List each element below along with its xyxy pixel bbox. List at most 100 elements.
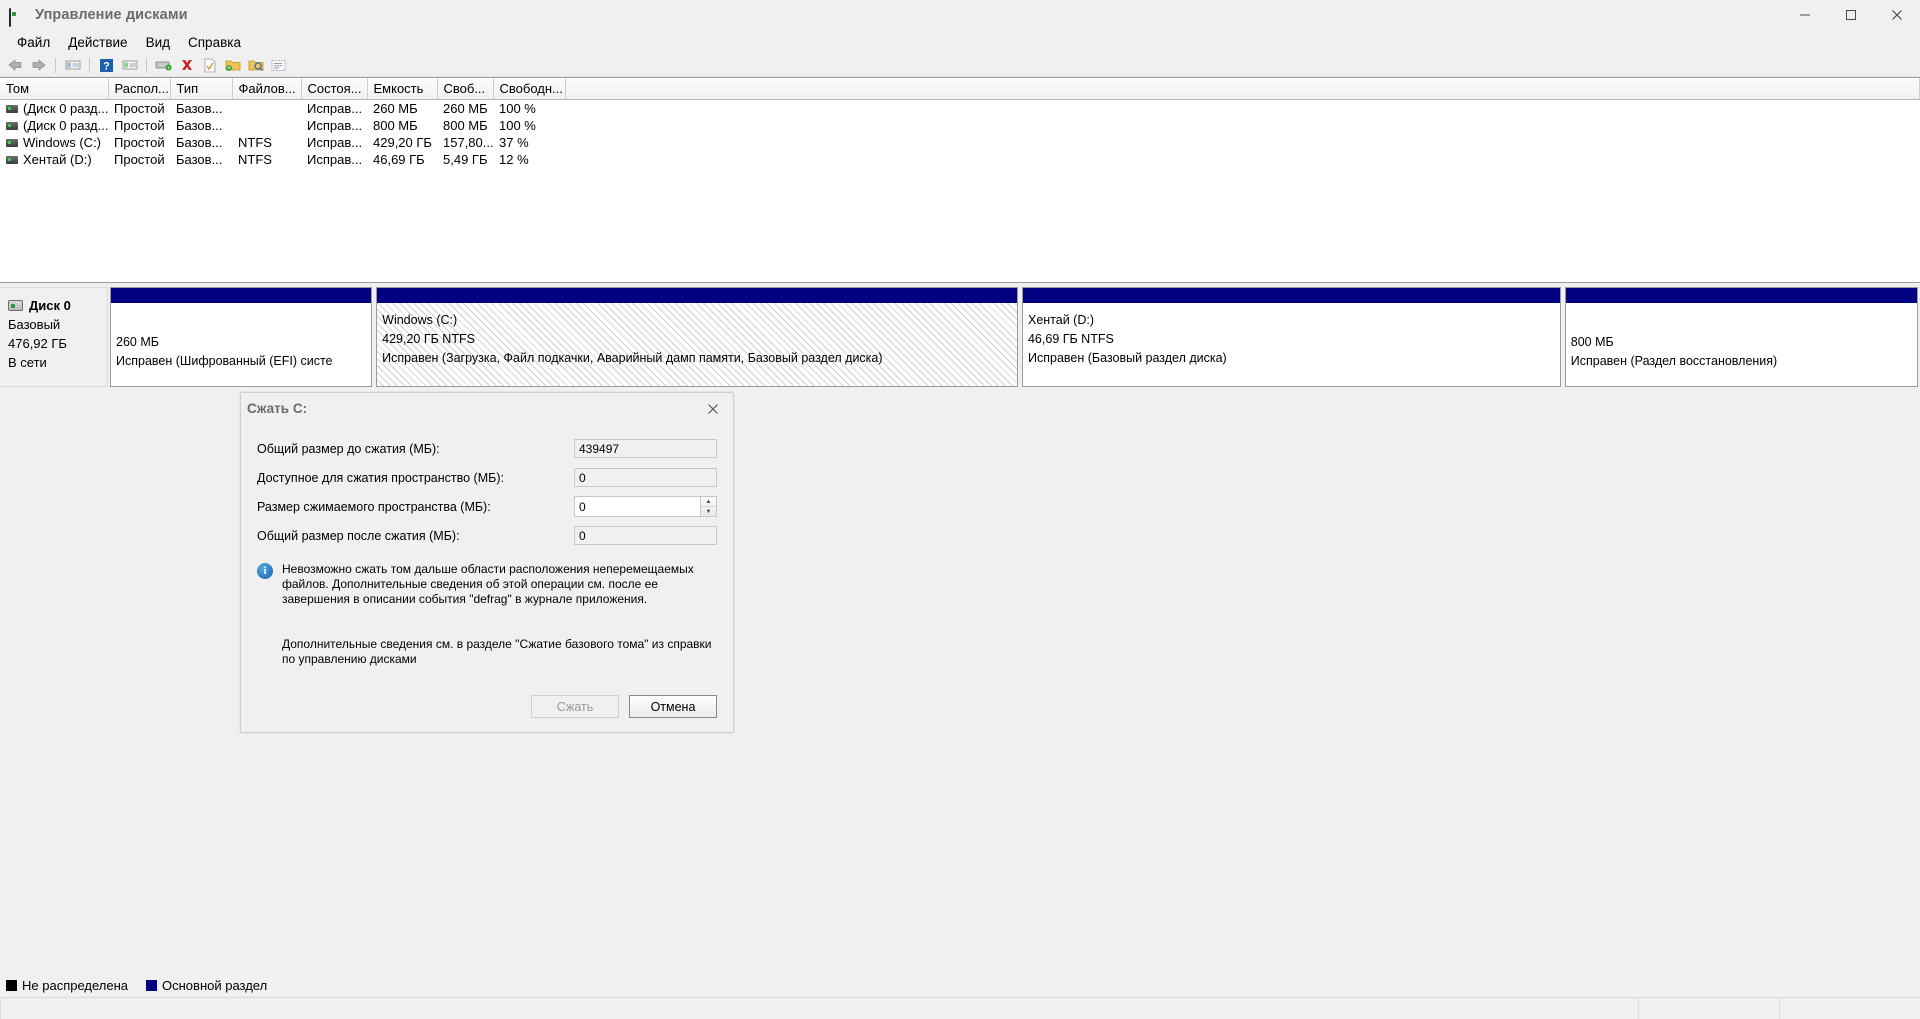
label-available-shrink: Доступное для сжатия пространство (МБ):	[257, 470, 504, 485]
cell-free: 260 МБ	[443, 101, 488, 116]
maximize-button[interactable]	[1828, 0, 1874, 30]
partition-recovery[interactable]: 800 МБ Исправен (Раздел восстановления)	[1564, 287, 1918, 387]
legend-primary-swatch	[146, 980, 158, 991]
table-row[interactable]: (Диск 0 разд... Простой Базов... Исправ.…	[0, 117, 1920, 134]
partition-capacity-bar	[1565, 288, 1917, 303]
partition-title: Хентай (D:)	[1027, 313, 1094, 327]
partition-status: Исправен (Загрузка, Файл подкачки, Авари…	[382, 351, 883, 365]
table-row[interactable]: (Диск 0 разд... Простой Базов... Исправ.…	[0, 100, 1920, 118]
info-message-block: i Невозможно сжать том дальше области ра…	[257, 562, 717, 607]
title-bar: Управление дисками	[0, 0, 1920, 31]
cell-layout: Простой	[114, 101, 165, 116]
status-bar-panel-3	[1779, 998, 1920, 1019]
explore-volume-icon[interactable]	[245, 55, 266, 75]
cell-volume: Windows (C:)	[0, 134, 108, 151]
cell-status: Исправ...	[307, 135, 363, 150]
cancel-button[interactable]: Отмена	[629, 695, 717, 718]
volume-disk-icon	[6, 155, 18, 164]
legend: Не распределена Основной раздел	[6, 978, 279, 993]
cell-free-percent: 12 %	[499, 152, 529, 167]
field-row-total-size-before: Общий размер до сжатия (МБ): 439497	[257, 434, 717, 463]
total-size-after-shrink: 0	[574, 526, 717, 545]
toolbar-separator	[89, 57, 90, 73]
column-header-filler	[565, 78, 1920, 100]
dialog-body: Общий размер до сжатия (МБ): 439497 Дост…	[241, 424, 733, 677]
partition-efi[interactable]: 260 МБ Исправен (Шифрованный (EFI) систе	[110, 287, 373, 387]
close-icon	[708, 403, 718, 414]
column-header-capacity[interactable]: Емкость	[367, 78, 438, 100]
info-message-text: Невозможно сжать том дальше области расп…	[282, 562, 694, 606]
menu-view[interactable]: Вид	[137, 33, 179, 52]
toolbar: ? + +	[0, 54, 1920, 77]
properties-list-icon[interactable]	[119, 55, 140, 75]
column-header-layout[interactable]: Распол...	[108, 78, 171, 100]
shrink-amount-stepper[interactable]: 0 ▲ ▼	[574, 496, 717, 517]
help-icon[interactable]: ?	[96, 55, 117, 75]
properties-icon[interactable]	[199, 55, 220, 75]
column-header-type[interactable]: Тип	[170, 78, 233, 100]
table-row[interactable]: Хентай (D:) Простой Базов... NTFS Исправ…	[0, 151, 1920, 168]
status-bar-panel-2	[1638, 998, 1779, 1019]
disk-icon	[8, 300, 23, 311]
spinner-up-icon[interactable]: ▲	[701, 497, 716, 507]
cell-free: 5,49 ГБ	[443, 152, 488, 167]
partition-windows-c[interactable]: Windows (C:) 429,20 ГБ NTFS Исправен (За…	[376, 287, 1018, 387]
volume-disk-icon	[6, 121, 18, 130]
available-shrink-space: 0	[574, 468, 717, 487]
cell-layout: Простой	[114, 118, 165, 133]
menu-action[interactable]: Действие	[59, 33, 136, 52]
shrink-amount-input[interactable]: 0	[574, 496, 700, 517]
svg-text:+: +	[166, 66, 170, 72]
partition-capacity-bar	[111, 288, 372, 303]
partition-body: 260 МБ Исправен (Шифрованный (EFI) систе	[111, 303, 371, 386]
cell-volume: (Диск 0 разд...	[0, 100, 108, 118]
column-header-filesystem[interactable]: Файлов...	[232, 78, 302, 100]
partition-title	[1571, 311, 1912, 333]
label-shrink-amount: Размер сжимаемого пространства (МБ):	[257, 499, 491, 514]
disk-type: Базовый	[8, 317, 61, 332]
delete-icon[interactable]	[176, 55, 197, 75]
disk-name: Диск 0	[29, 298, 71, 313]
back-icon[interactable]	[5, 55, 26, 75]
volume-disk-icon	[6, 138, 18, 147]
cell-capacity: 429,20 ГБ	[373, 135, 432, 150]
cell-volume: Хентай (D:)	[0, 151, 108, 168]
toolbar-separator	[146, 57, 147, 73]
show-details-icon[interactable]	[268, 55, 289, 75]
show-hide-console-tree-icon[interactable]	[62, 55, 83, 75]
column-header-free-space[interactable]: Своб...	[437, 78, 494, 100]
spinner-down-icon[interactable]: ▼	[701, 507, 716, 516]
column-header-status[interactable]: Состоя...	[301, 78, 368, 100]
partition-body: Windows (C:) 429,20 ГБ NTFS Исправен (За…	[377, 303, 1017, 386]
field-row-total-size-after: Общий размер после сжатия (МБ): 0	[257, 521, 717, 550]
dialog-note-text: Дополнительные сведения см. в разделе "С…	[282, 637, 712, 666]
shrink-button[interactable]: Сжать	[531, 695, 619, 718]
partition-size: 260 МБ	[116, 335, 159, 349]
column-header-volume[interactable]: Том	[0, 78, 109, 100]
column-header-free-percent[interactable]: Свободн...	[493, 78, 566, 100]
field-row-shrink-amount: Размер сжимаемого пространства (МБ): 0 ▲…	[257, 492, 717, 521]
close-button[interactable]	[1874, 0, 1920, 30]
cell-capacity: 46,69 ГБ	[373, 152, 425, 167]
cell-layout: Простой	[114, 135, 165, 150]
label-total-size-after: Общий размер после сжатия (МБ):	[257, 528, 460, 543]
legend-primary-label: Основной раздел	[162, 978, 268, 993]
table-row[interactable]: Windows (C:) Простой Базов... NTFS Испра…	[0, 134, 1920, 151]
dialog-close-button[interactable]	[693, 395, 733, 423]
partition-hentai-d[interactable]: Хентай (D:) 46,69 ГБ NTFS Исправен (Базо…	[1021, 287, 1561, 387]
cell-filler	[565, 100, 1920, 118]
cell-type: Базов...	[176, 152, 223, 167]
partition-status: Исправен (Шифрованный (EFI) систе	[116, 354, 333, 368]
menu-help[interactable]: Справка	[179, 33, 250, 52]
minimize-button[interactable]	[1782, 0, 1828, 30]
volume-list-pane[interactable]: Том Распол... Тип Файлов... Состоя... Ем…	[0, 77, 1920, 283]
forward-icon[interactable]	[28, 55, 49, 75]
cell-type: Базов...	[176, 118, 223, 133]
disk-info-panel[interactable]: Диск 0 Базовый 476,92 ГБ В сети	[0, 287, 108, 387]
cell-capacity: 800 МБ	[373, 118, 418, 133]
menu-file[interactable]: Файл	[8, 33, 59, 52]
cell-filler	[565, 117, 1920, 134]
rescan-disks-icon[interactable]: +	[153, 55, 174, 75]
spinner-buttons[interactable]: ▲ ▼	[700, 496, 717, 517]
new-volume-icon[interactable]: +	[222, 55, 243, 75]
